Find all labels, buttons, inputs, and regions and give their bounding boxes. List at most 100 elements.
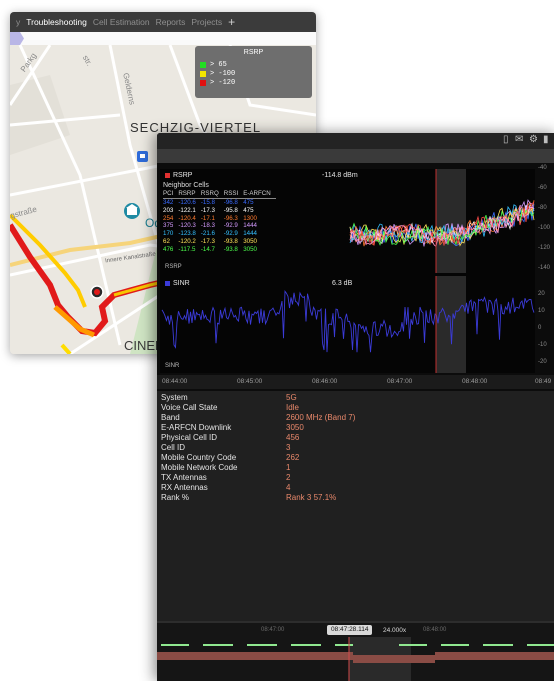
neighbor-cell: 170: [163, 230, 174, 238]
time-tick: 08:48:00: [462, 378, 488, 385]
time-tick: 08:49: [535, 378, 552, 385]
rsrp-title-text: RSRP: [173, 172, 193, 179]
neighbor-cell: -96.3: [223, 214, 238, 222]
neighbor-cell: -92.9: [223, 222, 238, 230]
timeline-tick: 08:47:00: [261, 627, 285, 633]
info-key: Mobile Country Code: [161, 453, 237, 462]
neighbor-column-header: PCI: [163, 190, 179, 199]
rsrp-value: -114.8 dBm: [322, 172, 358, 179]
transit-stop-icon: [137, 151, 148, 162]
neighbor-cell: -122.1: [178, 206, 196, 214]
y-tick-label: -10: [538, 342, 547, 348]
timeline-bar-left: [157, 652, 353, 660]
neighbor-cell: -96.8: [223, 199, 238, 206]
add-tab-button[interactable]: +: [228, 15, 235, 29]
neighbor-cell: 203: [163, 206, 174, 214]
neighbor-cell: 475: [243, 206, 254, 214]
legend-label: > 65: [210, 61, 227, 69]
neighbor-cell: 3050: [243, 237, 257, 245]
y-tick-label: -100: [538, 225, 551, 231]
sinr-bottom-label: SINR: [165, 363, 180, 369]
neighbor-column-header: E-ARFCN: [243, 190, 276, 199]
rsrp-color-square: [165, 173, 170, 178]
neighbor-cell: 62: [163, 237, 170, 245]
y-tick-label: -80: [538, 205, 547, 211]
info-value: 5G: [286, 393, 297, 402]
neighbor-cell: -17.1: [200, 214, 215, 222]
phone-icon[interactable]: ▯: [503, 134, 509, 145]
neighbor-row: 203 -122.1 -17.3 -95.8 475: [163, 207, 276, 215]
rsrp-bottom-label: RSRP: [165, 264, 182, 270]
neighbor-cell: 342: [163, 199, 174, 206]
y-tick-label: -120: [538, 245, 551, 251]
legend-row: > 65: [200, 61, 227, 69]
neighbor-cells-title: Neighbor Cells: [163, 182, 209, 189]
neighbor-row: 342 -120.6 -15.8 -96.8 475: [163, 199, 276, 207]
sinr-trace: [161, 290, 535, 353]
sinr-color-square: [165, 281, 170, 286]
neighbor-cell: -17.3: [200, 237, 215, 245]
legend-title: RSRP: [243, 49, 264, 56]
cell-info-panel: System 5G Voice Call State Idle Band 2600 M…: [157, 391, 554, 621]
info-value: 456: [286, 433, 300, 442]
timeline-tick: 08:48:00: [423, 627, 447, 633]
layer-tab-icon[interactable]: [10, 32, 24, 45]
info-value: 3: [286, 443, 291, 452]
info-value: 262: [286, 453, 300, 462]
playback-speed[interactable]: 24.000x: [383, 627, 406, 634]
time-tick: 08:47:00: [387, 378, 413, 385]
time-tick: 08:44:00: [162, 378, 188, 385]
info-value: 1: [286, 463, 291, 472]
neighbor-column-header: RSRP: [178, 190, 201, 199]
info-value: 2: [286, 473, 291, 482]
legend-swatch-red: [200, 80, 206, 86]
tab-cell-estimation[interactable]: Cell Estimation: [93, 17, 150, 27]
neighbor-cell: 1444: [243, 222, 257, 230]
neighbor-cells-table: Neighbor Cells PCI RSRP RSRQ RSSI E-ARFCN 34…: [163, 182, 276, 254]
time-axis: 08:44:00 08:45:00 08:46:00 08:47:00 08:4…: [157, 375, 554, 389]
legend-label: > -100: [210, 70, 236, 78]
sidebar-toggle-icon[interactable]: ▮: [543, 134, 549, 145]
rsrp-title: RSRP: [165, 172, 192, 179]
neighbor-row: 62 -120.2 -17.3 -93.8 3050: [163, 238, 276, 246]
neighbor-cell: -93.8: [223, 237, 238, 245]
neighbor-row: 476 -117.5 -14.7 -93.8 3050: [163, 246, 276, 254]
timeline-cursor-time[interactable]: 08:47:28.114: [327, 625, 373, 635]
sinr-chart[interactable]: SINR 6.3 dB SINR: [160, 276, 535, 373]
info-value: 3050: [286, 423, 304, 432]
y-tick-label: -20: [538, 359, 547, 365]
rsrp-legend: RSRP > 65 > -100 > -120: [195, 46, 312, 98]
info-value: 2600 MHz (Band 7): [286, 413, 356, 422]
info-value: Idle: [286, 403, 299, 412]
neighbor-row: 170 -123.8 -21.6 -92.9 1444: [163, 230, 276, 238]
neighbor-cell: -120.6: [178, 199, 196, 206]
tab-projects[interactable]: Projects: [191, 17, 222, 27]
gear-icon[interactable]: ⚙: [529, 134, 538, 145]
neighbor-cell: -21.6: [200, 230, 215, 238]
neighbor-cell: -117.5: [178, 245, 196, 253]
timeline-track[interactable]: [157, 637, 554, 681]
tab-reports[interactable]: Reports: [156, 17, 186, 27]
map-tab-bar: y Troubleshooting Cell Estimation Report…: [10, 12, 316, 32]
timeline-bar-right: [435, 652, 554, 660]
time-tick: 08:45:00: [237, 378, 263, 385]
info-key: Rank %: [161, 493, 190, 502]
tab-troubleshooting[interactable]: Troubleshooting: [26, 17, 87, 27]
neighbor-cell: 476: [163, 245, 174, 253]
tab-partial[interactable]: y: [16, 17, 20, 27]
neighbor-cell: -95.8: [223, 206, 238, 214]
info-key: Band: [161, 413, 180, 422]
neighbor-cell: 254: [163, 214, 174, 222]
neighbor-column-header: RSSI: [223, 190, 244, 199]
sinr-title-text: SINR: [173, 280, 190, 287]
analyzer-title-bar: ▯ ✉ ⚙ ▮: [157, 133, 554, 149]
info-key: TX Antennas: [161, 473, 207, 482]
neighbor-cell: -120.2: [178, 237, 196, 245]
analyzer-window: ▯ ✉ ⚙ ▮ RSRP -114.8 dBm RSRP Neighbor Ce…: [157, 133, 554, 681]
mail-icon[interactable]: ✉: [515, 134, 523, 145]
analyzer-toolbar: [157, 149, 554, 163]
playback-timeline[interactable]: 08:47:00 08:48:00 08:47:28.114 24.000x: [157, 621, 554, 681]
sinr-title: SINR: [165, 280, 190, 287]
neighbor-cell: -17.3: [200, 206, 215, 214]
legend-row: > -120: [200, 79, 235, 87]
